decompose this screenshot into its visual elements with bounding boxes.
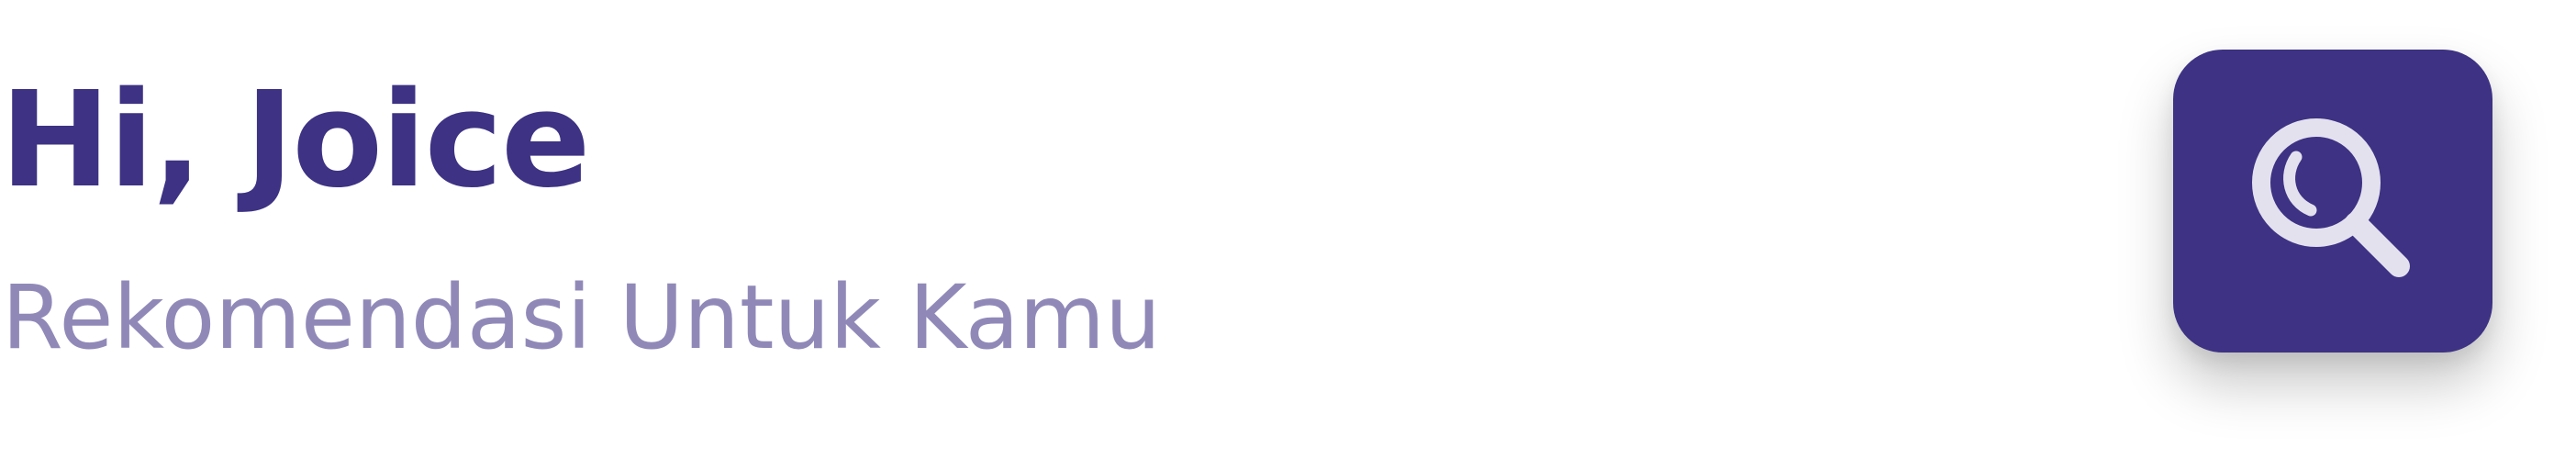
search-button[interactable]: [2173, 50, 2492, 352]
search-icon: [2252, 118, 2410, 277]
greeting-title: Hi, Joice: [0, 62, 591, 217]
home-header: Hi, Joice Rekomendasi Untuk Kamu: [0, 0, 2576, 470]
recommendation-subtitle: Rekomendasi Untuk Kamu: [2, 266, 1161, 369]
